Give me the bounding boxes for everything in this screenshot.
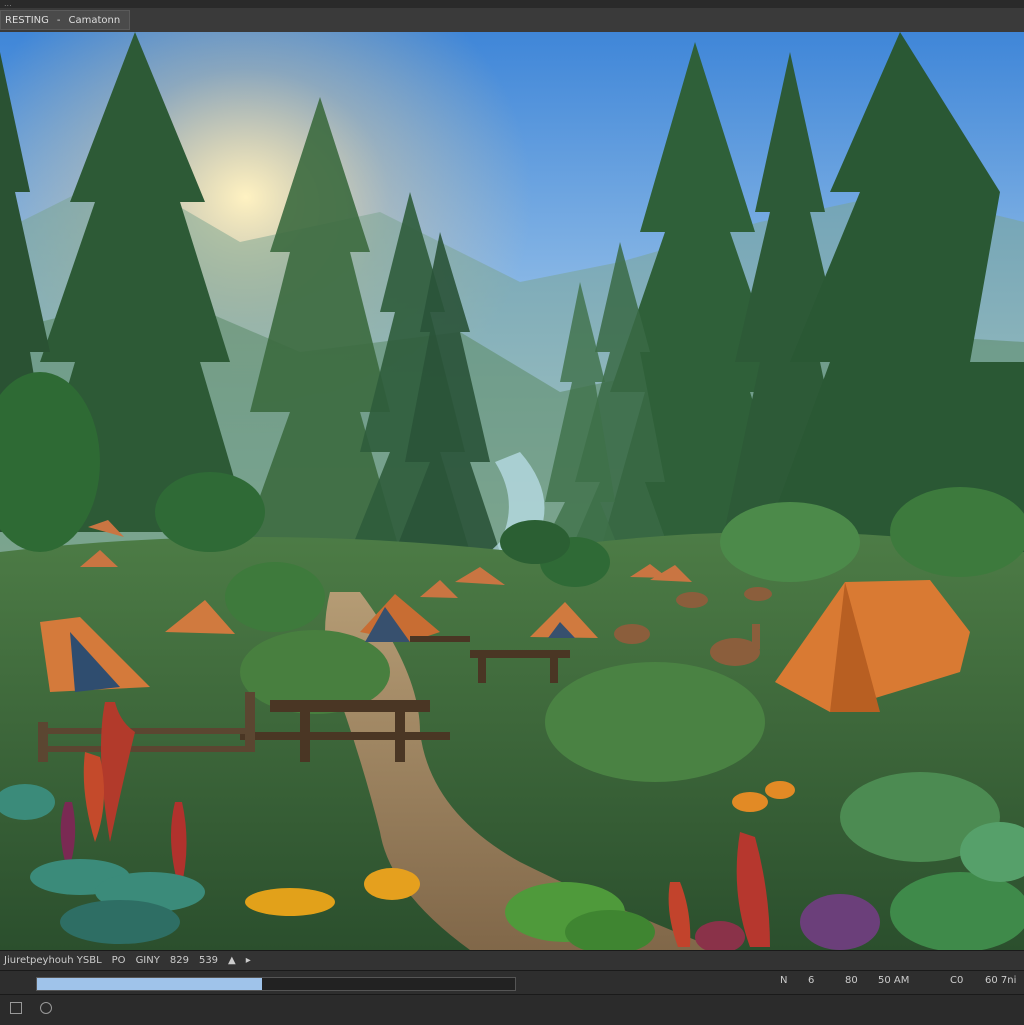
arrow-right-icon[interactable]: ▸: [246, 955, 251, 966]
timeline-label-end: 60 7ni: [985, 975, 1017, 986]
title-strip: ...: [0, 0, 1024, 8]
layer-icon[interactable]: [10, 1002, 22, 1014]
image-canvas[interactable]: [0, 32, 1024, 950]
toolbar-separator: -: [56, 14, 61, 26]
top-toolbar: ... RESTING - Camatonn: [0, 0, 1024, 33]
document-name[interactable]: Camatonn: [69, 15, 121, 26]
timeline-label-time: 50 AM: [878, 975, 910, 986]
toolbar-group: RESTING - Camatonn: [0, 10, 130, 30]
status-num-1: 829: [169, 955, 189, 966]
status-bar: Jiuretpeyhouh YSBL PO GINY 829 539 ▲ ▸: [0, 950, 1024, 970]
timeline-label-6: 6: [808, 975, 815, 986]
timeline-label-c0: C0: [950, 975, 964, 986]
status-left-text: Jiuretpeyhouh YSBL: [4, 955, 102, 966]
status-code-1: PO: [111, 955, 126, 966]
timeline-bar: N 6 80 50 AM C0 60 7ni: [0, 970, 1024, 995]
status-code-2: GINY: [135, 955, 160, 966]
timeline-label-80: 80: [845, 975, 858, 986]
timeline-progress-fill: [37, 978, 262, 990]
timeline-progress[interactable]: [36, 977, 516, 991]
timeline-label-n: N: [780, 975, 788, 986]
campsite-scene: [0, 32, 1024, 950]
mode-label[interactable]: RESTING: [5, 15, 49, 26]
arrow-up-icon[interactable]: ▲: [228, 955, 236, 966]
bottom-controls: [0, 994, 1024, 1025]
status-num-2: 539: [198, 955, 219, 966]
record-icon[interactable]: [40, 1002, 52, 1014]
